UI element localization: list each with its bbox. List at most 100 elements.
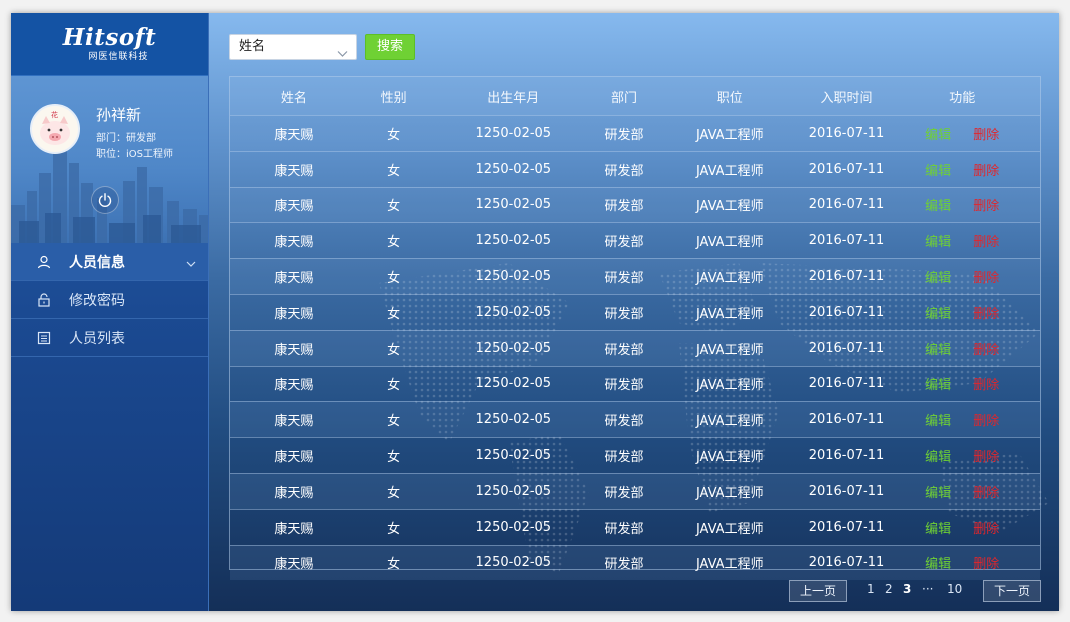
table-cell: 1250-02-05 [475,483,552,499]
delete-link[interactable]: 删除 [973,231,999,250]
edit-link[interactable]: 编辑 [925,482,951,501]
delete-link[interactable]: 删除 [973,160,999,179]
table-cell: 研发部 [604,342,644,358]
page-link[interactable]: 1 [867,582,875,596]
delete-link[interactable]: 删除 [973,195,999,214]
edit-link[interactable]: 编辑 [925,195,951,214]
sidebar-item-staff-list[interactable]: 人员列表 [11,319,208,357]
edit-link[interactable]: 编辑 [925,231,951,250]
table-row: 康天赐 女 1250-02-05 研发部 JAVA工程师 2016-07-11 编辑 删除 [230,115,1040,151]
main-content: 姓名 搜索 姓名 性别 出生年月 部门 职位 入职时间 功能 康天赐女 1250-… [209,13,1059,611]
table-cell: 1250-02-05 [475,555,552,571]
table-cell: 1250-02-05 [475,269,552,285]
row-actions: 编辑 删除 [884,195,1040,214]
table-cell: 女 [387,342,401,358]
search-field-select[interactable]: 姓名 [229,34,357,60]
table-cell: 研发部 [604,199,644,215]
delete-link[interactable]: 删除 [973,267,999,286]
page-link[interactable]: 2 [885,582,893,596]
edit-link[interactable]: 编辑 [925,518,951,537]
delete-link[interactable]: 删除 [973,124,999,143]
delete-link[interactable]: 删除 [973,303,999,322]
user-icon [35,253,53,271]
edit-link[interactable]: 编辑 [925,374,951,393]
table-cell: 康天赐 [274,271,314,287]
edit-link[interactable]: 编辑 [925,446,951,465]
row-actions: 编辑 删除 [884,303,1040,322]
row-actions: 编辑 删除 [884,267,1040,286]
next-page-button[interactable]: 下一页 [983,580,1041,602]
table-cell: 女 [387,306,401,322]
table-row: 康天赐 女 1250-02-05 研发部 JAVA工程师 2016-07-11 编辑 删除 [230,258,1040,294]
table-cell: 2016-07-11 [808,197,885,213]
table-row: 康天赐 女 1250-02-05 研发部 JAVA工程师 2016-07-11 编辑 删除 [230,401,1040,438]
page-link-current[interactable]: 3 [903,582,911,596]
table-cell: 女 [387,271,401,287]
table-cell: 2016-07-11 [808,412,885,428]
table-cell: 2016-07-11 [808,125,885,141]
delete-link[interactable]: 删除 [973,518,999,537]
table-cell: 研发部 [604,521,644,537]
edit-link[interactable]: 编辑 [925,124,951,143]
table-cell: JAVA工程师 [695,378,764,394]
table-cell: 研发部 [604,127,644,143]
edit-link[interactable]: 编辑 [925,160,951,179]
sidebar-item-label: 人员信息 [69,254,125,271]
table-cell: JAVA工程师 [695,521,764,537]
table-cell: 2016-07-11 [808,161,885,177]
sidebar-item-change-password[interactable]: 修改密码 [11,281,208,319]
delete-link[interactable]: 删除 [973,374,999,393]
table-cell: 女 [387,414,401,430]
edit-link[interactable]: 编辑 [925,410,951,429]
table-cell: 女 [387,521,401,537]
table-cell: JAVA工程师 [695,127,764,143]
table-cell: 研发部 [604,414,644,430]
row-actions: 编辑 删除 [884,553,1040,572]
user-department: 部门：研发部 [96,133,156,144]
delete-link[interactable]: 删除 [973,410,999,429]
table-cell: JAVA工程师 [695,450,764,466]
delete-link[interactable]: 删除 [973,482,999,501]
table-row: 康天赐 女 1250-02-05 研发部 JAVA工程师 2016-07-11 编辑 删除 [230,150,1040,187]
delete-link[interactable]: 删除 [973,339,999,358]
row-actions: 编辑 删除 [884,482,1040,501]
table-cell: 女 [387,450,401,466]
pagination: 上一页 1 2 3 ··· 10 下一页 [209,580,1059,602]
delete-link[interactable]: 删除 [973,446,999,465]
chevron-down-icon [186,256,196,272]
page-link[interactable]: 10 [947,582,962,596]
avatar[interactable]: 花 [30,104,80,154]
table-cell: 康天赐 [274,557,314,573]
table-row: 康天赐 女 1250-02-05 研发部 JAVA工程师 2016-07-11 编辑 删除 [230,329,1040,366]
table-cell: 女 [387,378,401,394]
pig-avatar-icon: 花 [40,110,70,145]
edit-link[interactable]: 编辑 [925,339,951,358]
table-cell: 女 [387,163,401,179]
table-cell: 2016-07-11 [808,483,885,499]
prev-page-button[interactable]: 上一页 [789,580,847,602]
search-button[interactable]: 搜索 [365,34,415,60]
list-icon [35,329,53,347]
delete-link[interactable]: 删除 [973,553,999,572]
edit-link[interactable]: 编辑 [925,303,951,322]
table-cell: JAVA工程师 [695,485,764,501]
row-actions: 编辑 删除 [884,446,1040,465]
table-cell: 康天赐 [274,414,314,430]
table-cell: 康天赐 [274,163,314,179]
logout-button[interactable] [91,186,119,214]
edit-link[interactable]: 编辑 [925,267,951,286]
table-row: 康天赐 女 1250-02-05 研发部 JAVA工程师 2016-07-11 编辑 删除 [230,544,1040,581]
column-header: 姓名 [280,90,307,106]
table-cell: 2016-07-11 [808,519,885,535]
table-cell: 2016-07-11 [808,555,885,571]
table-cell: 研发部 [604,306,644,322]
edit-link[interactable]: 编辑 [925,553,951,572]
column-header: 出生年月 [487,90,540,106]
table-body: 康天赐女 1250-02-05 研发部 JAVA工程师 2016-07-11 编辑 删除 康天… [230,115,1040,581]
user-name: 孙祥新 [96,106,142,124]
table-cell: 康天赐 [274,342,314,358]
table-cell: 1250-02-05 [475,412,552,428]
sidebar-item-personal-info[interactable]: 人员信息 [11,243,208,281]
table-cell: 研发部 [604,378,644,394]
row-actions: 编辑 删除 [884,374,1040,393]
